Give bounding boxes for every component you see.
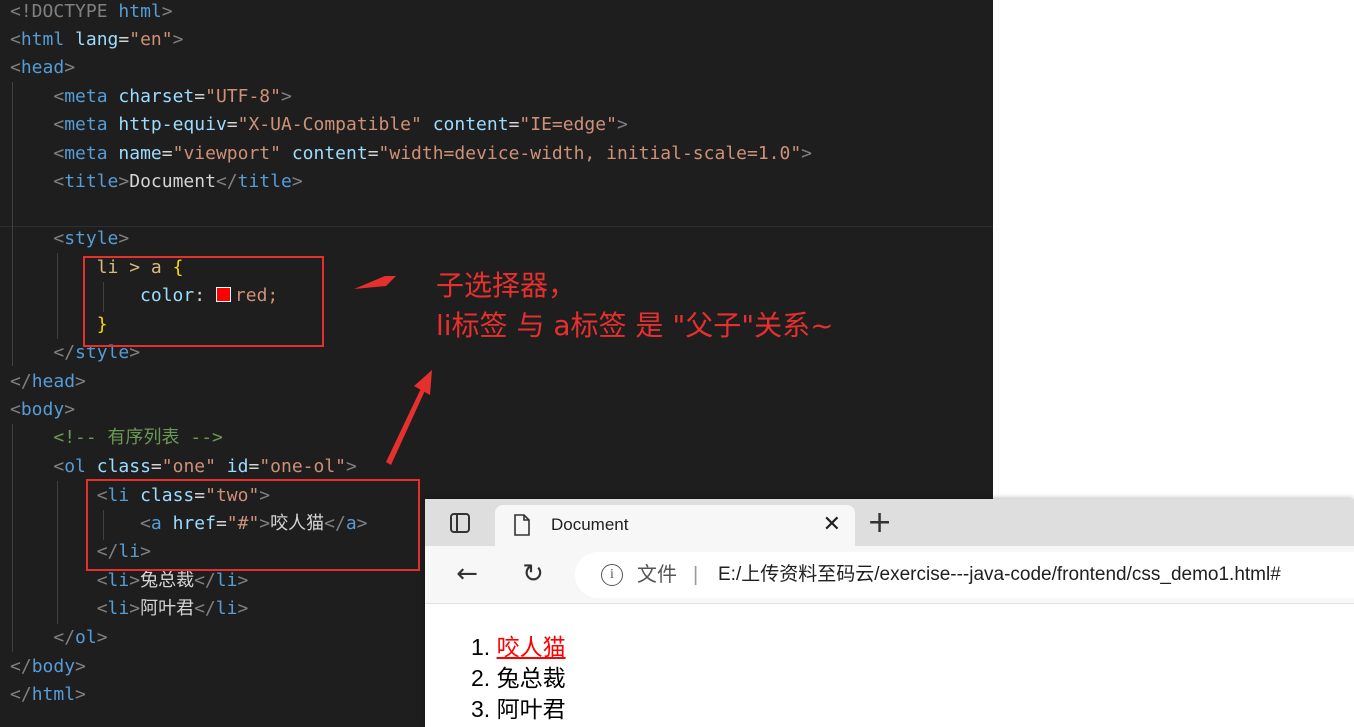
annotation-text: 子选择器， li标签 与 a标签 是 "父子"关系~ [436,266,956,346]
url-field[interactable]: i 文件 | E:/上传资料至码云/exercise---java-code/f… [575,552,1354,598]
tab-title: Document [551,515,629,534]
list-item: 2. 兔总裁 [471,663,566,694]
url-separator: | [693,564,699,586]
page-content: 1. 咬人猫 2. 兔总裁 3. 阿叶君 [425,604,1354,727]
new-tab-icon[interactable]: + [867,499,892,546]
arrow-to-css-rule [354,276,396,289]
page-icon [514,514,530,536]
tab-document[interactable]: Document ✕ [495,505,855,546]
arrow-shaft-to-li [386,382,428,465]
list-number: 1. [471,634,491,660]
ordered-list: 1. 咬人猫 2. 兔总裁 3. 阿叶君 [471,632,566,725]
url-scheme-label: 文件 [637,564,677,586]
list-item-text: 兔总裁 [496,665,566,691]
tab-actions-button[interactable] [425,499,495,546]
list-number: 3. [471,696,491,722]
tab-actions-icon [450,512,470,533]
close-tab-icon[interactable]: ✕ [823,505,841,545]
refresh-icon[interactable]: ↻ [513,546,553,603]
browser-window: Document ✕ + ← ↻ i 文件 | E:/上传资料至码云/exerc… [425,499,1354,727]
address-bar: ← ↻ i 文件 | E:/上传资料至码云/exercise---java-co… [425,546,1354,604]
back-arrow-icon[interactable]: ← [447,546,487,603]
list-number: 2. [471,665,491,691]
tab-bar: Document ✕ + [425,499,1354,546]
list-item: 1. 咬人猫 [471,632,566,663]
annotation-line-1: 子选择器， [436,269,577,302]
annotation-line-2: li标签 与 a标签 是 "父子"关系~ [436,309,834,342]
list-item: 3. 阿叶君 [471,694,566,725]
info-icon[interactable]: i [601,564,623,586]
list-item-text: 阿叶君 [496,696,566,722]
url-text[interactable]: E:/上传资料至码云/exercise---java-code/frontend… [718,552,1281,598]
list-link[interactable]: 咬人猫 [497,634,566,660]
